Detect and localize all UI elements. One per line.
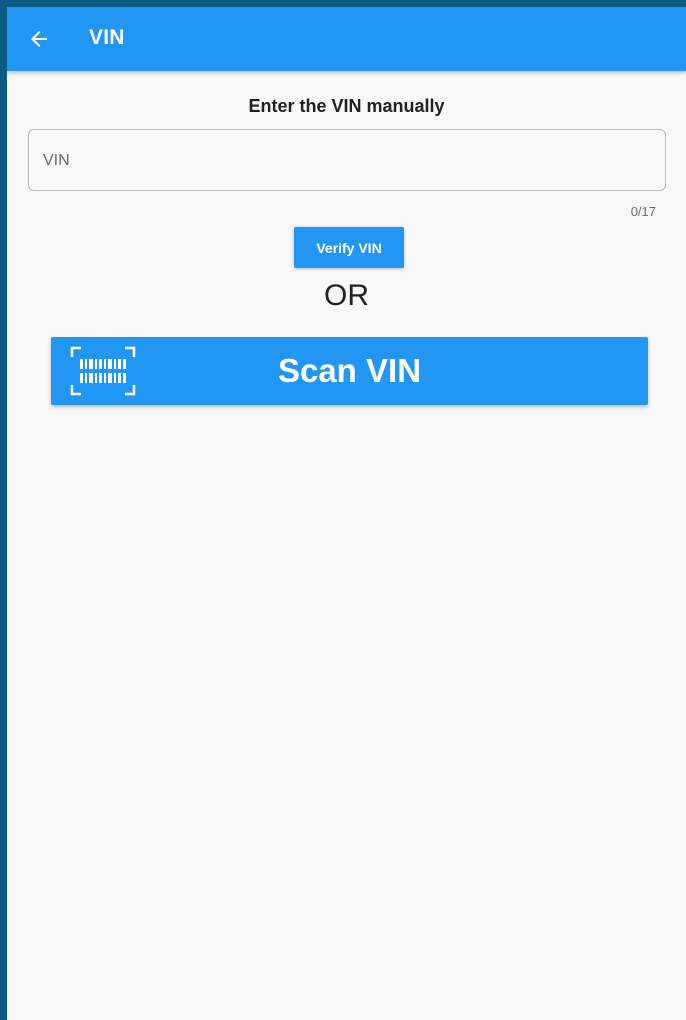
page-title: VIN: [89, 26, 125, 49]
or-divider-text: OR: [324, 279, 369, 312]
verify-vin-button[interactable]: Verify VIN: [294, 227, 404, 268]
app-bar: VIN: [7, 7, 686, 71]
arrow-left-icon: [31, 31, 47, 47]
scan-vin-label: Scan VIN: [277, 352, 422, 389]
scan-vin-button[interactable]: Scan VIN: [51, 337, 648, 405]
manual-entry-heading: Enter the VIN manually: [248, 96, 445, 116]
character-counter: 0/17: [630, 204, 656, 219]
back-button[interactable]: [25, 25, 53, 53]
screen: VIN Enter the VIN manually 0/17 Verify V…: [7, 7, 686, 1020]
vin-field[interactable]: [28, 129, 666, 191]
vin-input[interactable]: [41, 130, 645, 191]
